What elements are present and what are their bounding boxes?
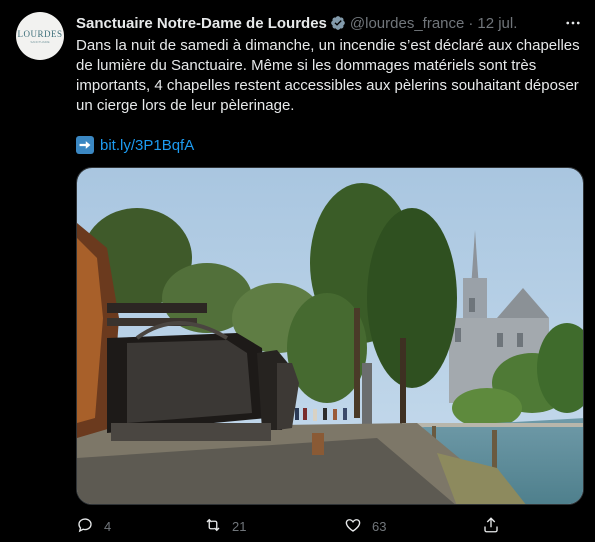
tweet-photo[interactable] (76, 167, 584, 505)
more-options-icon[interactable] (562, 12, 584, 34)
verified-badge-icon (330, 15, 346, 31)
tweet-header: Sanctuaire Notre-Dame de Lourdes @lourde… (76, 12, 546, 34)
avatar-logo-subtext: SANCTUAIRE (30, 39, 50, 44)
tweet-text-line: Dans la nuit de samedi à dimanche, un in… (76, 37, 580, 54)
author-handle[interactable]: @lourdes_france (350, 15, 464, 32)
tweet-text-line: de lumière du Sanctuaire. Même si les do… (76, 57, 537, 74)
retweet-icon (204, 516, 222, 537)
share-button[interactable] (482, 514, 500, 538)
tweet-link-line: bit.ly/3P1BqfA (76, 134, 194, 156)
like-count: 63 (372, 518, 387, 534)
tweet-date[interactable]: 12 jul. (477, 15, 517, 32)
like-button[interactable]: 63 (344, 514, 386, 538)
reply-count: 4 (104, 518, 112, 534)
tweet[interactable]: LOURDES SANCTUAIRE Sanctuaire Notre-Dame… (0, 0, 595, 542)
retweet-button[interactable]: 21 (204, 514, 246, 538)
author-name[interactable]: Sanctuaire Notre-Dame de Lourdes (76, 15, 327, 32)
tweet-text-line: importants, 4 chapelles restent accessib… (76, 77, 579, 94)
reply-button[interactable]: 4 (76, 514, 111, 538)
separator-dot: · (468, 14, 474, 32)
reply-icon (76, 516, 94, 537)
tweet-actions: 4 21 63 (76, 514, 506, 538)
avatar[interactable]: LOURDES SANCTUAIRE (16, 12, 64, 60)
share-icon (482, 516, 500, 537)
tweet-text: Dans la nuit de samedi à dimanche, un in… (76, 36, 586, 116)
tweet-text-line: un cierge lors de leur pèlerinage. (76, 97, 295, 114)
short-link[interactable]: bit.ly/3P1BqfA (100, 137, 194, 154)
retweet-count: 21 (232, 518, 247, 534)
right-arrow-emoji-icon (76, 136, 94, 154)
heart-icon (344, 516, 362, 537)
avatar-logo-text: LOURDES (17, 28, 63, 39)
photo-scene (77, 168, 583, 504)
